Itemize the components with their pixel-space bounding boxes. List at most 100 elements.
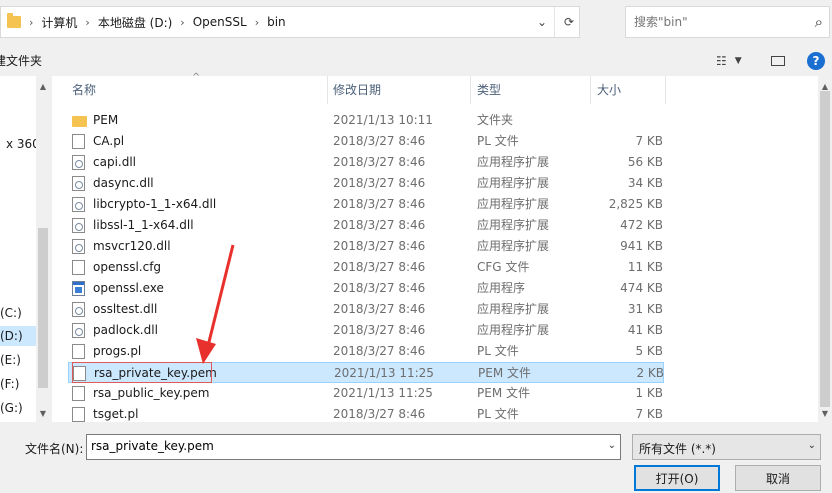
breadcrumb-item[interactable]: OpenSSL	[193, 15, 247, 29]
file-row[interactable]: progs.pl 2018/3/27 8:46 PL 文件 5 KB	[68, 341, 664, 362]
file-name: padlock.dll	[93, 323, 158, 337]
file-list-scrollbar[interactable]: ▲ ▼	[818, 76, 832, 422]
scroll-thumb[interactable]	[820, 91, 830, 407]
breadcrumb-separator-icon[interactable]: ›	[180, 16, 184, 29]
file-date: 2021/1/13 10:11	[333, 113, 433, 127]
chevron-down-icon: ▼	[734, 56, 742, 66]
annotation-highlight-box	[72, 362, 212, 383]
filename-label: 文件名(N):	[25, 442, 84, 456]
file-row[interactable]: msvcr120.dll 2018/3/27 8:46 应用程序扩展 941 KB	[68, 236, 664, 257]
file-type: 文件夹	[477, 113, 514, 127]
file-icon	[72, 134, 85, 149]
search-icon[interactable]: ⌕	[815, 13, 823, 31]
refresh-icon[interactable]: ⟳	[554, 7, 583, 37]
column-header-type[interactable]: 类型	[477, 76, 501, 104]
breadcrumb-item[interactable]: bin	[267, 15, 286, 29]
chevron-down-icon[interactable]: ⌄	[608, 440, 616, 451]
help-icon[interactable]: ?	[807, 52, 825, 70]
breadcrumb-separator-icon[interactable]: ›	[29, 16, 33, 29]
file-row[interactable]: ossltest.dll 2018/3/27 8:46 应用程序扩展 31 KB	[68, 299, 664, 320]
dll-file-icon	[72, 302, 85, 317]
sort-ascending-icon[interactable]: ^	[192, 72, 200, 83]
file-list: ^ 名称 修改日期 类型 大小 PEM 2021/1/13 10:11 文件夹 CA.…	[52, 72, 818, 425]
file-date: 2018/3/27 8:46	[333, 344, 426, 358]
file-date: 2018/3/27 8:46	[333, 218, 426, 232]
file-row[interactable]: openssl.cfg 2018/3/27 8:46 CFG 文件 11 KB	[68, 257, 664, 278]
chevron-down-icon[interactable]: ⌄	[808, 440, 816, 451]
file-name: rsa_public_key.pem	[93, 386, 210, 400]
column-divider[interactable]	[590, 76, 591, 104]
nav-item-drive-e[interactable]: (E:)	[0, 350, 36, 370]
file-row[interactable]: padlock.dll 2018/3/27 8:46 应用程序扩展 41 KB	[68, 320, 664, 341]
file-row[interactable]: openssl.exe 2018/3/27 8:46 应用程序 474 KB	[68, 278, 664, 299]
file-type: CFG 文件	[477, 260, 530, 274]
filename-field[interactable]: ⌄	[86, 434, 621, 460]
view-options-button[interactable]: ☷ ▼	[716, 50, 742, 72]
column-header-name[interactable]: 名称	[72, 76, 96, 104]
search-input[interactable]	[626, 7, 812, 37]
column-divider[interactable]	[470, 76, 471, 104]
column-header-date[interactable]: 修改日期	[333, 76, 381, 104]
file-row[interactable]: CA.pl 2018/3/27 8:46 PL 文件 7 KB	[68, 131, 664, 152]
chevron-down-icon[interactable]: ⌄	[528, 7, 556, 37]
file-type: PL 文件	[477, 407, 519, 421]
scroll-up-icon[interactable]: ▲	[36, 79, 50, 93]
nav-item-drive-d[interactable]: (D:)	[0, 326, 36, 346]
file-name: PEM	[93, 113, 119, 127]
nav-item-drive-f[interactable]: (F:)	[0, 374, 36, 394]
breadcrumb-item[interactable]: 计算机	[41, 14, 77, 31]
address-bar[interactable]: › 计算机 › 本地磁盘 (D:) › OpenSSL › bin ⌄ ⟳	[0, 6, 580, 38]
file-icon	[72, 260, 85, 275]
file-row[interactable]: tsget.pl 2018/3/27 8:46 PL 文件 7 KB	[68, 404, 664, 425]
dll-file-icon	[72, 323, 85, 338]
file-type: 应用程序扩展	[477, 218, 550, 232]
file-size: 5 KB	[635, 344, 663, 358]
breadcrumb-item[interactable]: 本地磁盘 (D:)	[98, 14, 172, 31]
file-name: capi.dll	[93, 155, 137, 169]
file-row[interactable]: rsa_private_key.pem 2021/1/13 11:25 PEM 文件…	[68, 362, 664, 383]
filetype-value: 所有文件 (*.*)	[639, 442, 716, 456]
file-size: 56 KB	[627, 155, 663, 169]
scroll-down-icon[interactable]: ▼	[818, 406, 832, 420]
scroll-thumb[interactable]	[38, 228, 48, 388]
file-row[interactable]: capi.dll 2018/3/27 8:46 应用程序扩展 56 KB	[68, 152, 664, 173]
file-icon	[72, 386, 85, 401]
file-date: 2018/3/27 8:46	[333, 155, 426, 169]
filetype-select[interactable]: 所有文件 (*.*) ⌄	[632, 434, 821, 460]
file-type: 应用程序扩展	[477, 155, 550, 169]
file-size: 31 KB	[627, 302, 663, 316]
new-folder-button[interactable]: 建文件夹	[0, 52, 42, 69]
file-size: 2,825 KB	[608, 197, 663, 211]
search-box[interactable]: ⌕	[625, 6, 830, 38]
file-date: 2018/3/27 8:46	[333, 323, 426, 337]
column-divider[interactable]	[665, 76, 666, 104]
scroll-down-icon[interactable]: ▼	[36, 406, 50, 420]
file-name: libcrypto-1_1-x64.dll	[93, 197, 217, 211]
file-type: 应用程序扩展	[477, 302, 550, 316]
file-size	[598, 110, 663, 131]
file-row[interactable]: PEM 2021/1/13 10:11 文件夹	[68, 110, 664, 131]
nav-item-drive-c[interactable]: (C:)	[0, 303, 36, 323]
column-divider[interactable]	[327, 76, 328, 104]
file-name: CA.pl	[93, 134, 125, 148]
file-row[interactable]: libcrypto-1_1-x64.dll 2018/3/27 8:46 应用程序扩…	[68, 194, 664, 215]
column-header-size[interactable]: 大小	[597, 76, 621, 104]
file-size: 472 KB	[620, 218, 663, 232]
exe-file-icon	[72, 281, 85, 296]
breadcrumb-separator-icon[interactable]: ›	[85, 16, 89, 29]
cancel-button[interactable]: 取消	[735, 465, 821, 491]
breadcrumb-separator-icon[interactable]: ›	[255, 16, 259, 29]
open-button[interactable]: 打开(O)	[634, 465, 720, 491]
nav-scrollbar[interactable]: ▲ ▼	[36, 76, 50, 422]
file-row[interactable]: libssl-1_1-x64.dll 2018/3/27 8:46 应用程序扩展 47…	[68, 215, 664, 236]
dll-file-icon	[72, 176, 85, 191]
file-row[interactable]: dasync.dll 2018/3/27 8:46 应用程序扩展 34 KB	[68, 173, 664, 194]
file-date: 2018/3/27 8:46	[333, 176, 426, 190]
preview-pane-button[interactable]	[771, 50, 785, 72]
file-name: dasync.dll	[93, 176, 154, 190]
folder-icon	[7, 13, 21, 28]
filename-input[interactable]	[87, 435, 595, 457]
file-row[interactable]: rsa_public_key.pem 2021/1/13 11:25 PEM 文件 1…	[68, 383, 664, 404]
details-view-icon: ☷	[716, 54, 727, 68]
nav-item-drive-g[interactable]: (G:)	[0, 398, 36, 418]
